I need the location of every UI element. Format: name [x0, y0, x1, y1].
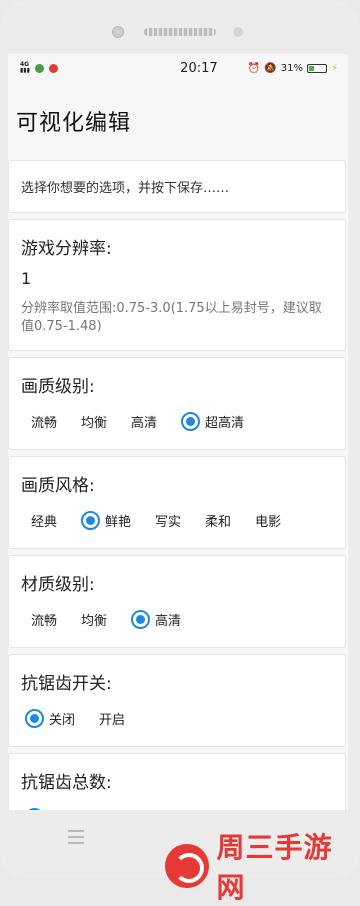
- hint-text: 选择你想要的选项，并按下保存……: [21, 181, 230, 196]
- charging-icon: ⚡: [330, 62, 338, 74]
- radio-option[interactable]: 4倍: [185, 808, 206, 811]
- resolution-title: 游戏分辨率:: [21, 239, 112, 259]
- material-title: 材质级别:: [21, 575, 95, 595]
- radio-option[interactable]: 超高清: [181, 411, 245, 431]
- resolution-note: 分辨率取值范围:0.75-3.0(1.75以上易封号，建议取值0.75-1.48…: [21, 301, 322, 334]
- radio-label: 关闭: [49, 712, 76, 728]
- radio-option[interactable]: 流畅: [31, 610, 57, 629]
- radio-label: 写实: [155, 514, 182, 530]
- phone-frame: 4G ▮▮▮ 20:17 ⏰ 🔕 31% ⚡ 可视化编辑 选择你想要的选项，并按下…: [0, 0, 360, 904]
- radio-selected-icon[interactable]: [131, 609, 151, 629]
- menu-icon[interactable]: [60, 826, 92, 848]
- aa-count-title: 抗锯齿总数:: [21, 773, 112, 793]
- radio-selected-icon[interactable]: [25, 807, 44, 810]
- aa-switch-radio-group[interactable]: 关闭 开启: [21, 704, 333, 732]
- battery-percent: 31%: [280, 62, 303, 74]
- style-title: 画质风格:: [21, 476, 95, 496]
- radio-option[interactable]: 开启: [99, 709, 125, 728]
- radio-option[interactable]: 1倍: [94, 808, 115, 811]
- radio-option[interactable]: 电影: [255, 511, 281, 530]
- watermark-logo-icon: [165, 844, 209, 888]
- radio-label: 流畅: [31, 613, 58, 629]
- watermark: 周三手游网: [165, 826, 360, 906]
- proximity-sensor: [233, 27, 243, 37]
- quality-title: 画质级别:: [21, 377, 95, 397]
- page-title: 可视化编辑: [16, 111, 132, 136]
- aa-switch-card: 抗锯齿开关: 关闭 开启: [8, 654, 346, 747]
- radio-label: 均衡: [81, 415, 108, 431]
- material-radio-group[interactable]: 流畅 均衡 高清: [21, 605, 333, 633]
- status-bar: 4G ▮▮▮ 20:17 ⏰ 🔕 31% ⚡: [8, 54, 348, 82]
- radio-label: 超高清: [205, 415, 245, 431]
- radio-label: 经典: [31, 514, 58, 530]
- mute-icon: 🔕: [264, 62, 277, 74]
- radio-option[interactable]: 高清: [131, 412, 157, 431]
- quality-radio-group[interactable]: 流畅 均衡 高清 超高清: [21, 407, 333, 435]
- radio-label: 高清: [155, 613, 182, 629]
- radio-label: 流畅: [31, 415, 58, 431]
- radio-label: 均衡: [81, 613, 108, 629]
- radio-label: 电影: [255, 514, 282, 530]
- style-radio-group[interactable]: 经典 鲜艳 写实 柔和 电影: [21, 506, 333, 534]
- watermark-text: 周三手游网: [216, 831, 333, 904]
- radio-selected-icon[interactable]: [81, 510, 101, 530]
- alarm-icon: ⏰: [247, 62, 261, 74]
- notification-app-icon: [34, 63, 44, 73]
- radio-option[interactable]: 高清: [131, 609, 182, 629]
- radio-selected-icon[interactable]: [25, 708, 44, 728]
- radio-option[interactable]: 均衡: [81, 610, 107, 629]
- aa-switch-title: 抗锯齿开关:: [21, 674, 112, 694]
- radio-label: 柔和: [205, 514, 232, 530]
- screen: 4G ▮▮▮ 20:17 ⏰ 🔕 31% ⚡ 可视化编辑 选择你想要的选项，并按下…: [8, 54, 348, 810]
- radio-option[interactable]: 鲜艳: [81, 510, 132, 530]
- radio-option[interactable]: 流畅: [31, 412, 57, 431]
- radio-label: 开启: [99, 712, 126, 728]
- aa-count-radio-group[interactable]: 0倍 1倍 2倍 4倍: [21, 803, 333, 810]
- radio-selected-icon[interactable]: [181, 411, 201, 431]
- material-card: 材质级别: 流畅 均衡 高清: [8, 555, 346, 648]
- status-time: 20:17: [180, 60, 218, 76]
- aa-count-card: 抗锯齿总数: 0倍 1倍 2倍 4倍: [8, 753, 346, 810]
- battery-icon: [306, 63, 327, 73]
- earpiece-speaker: [144, 28, 216, 36]
- resolution-input[interactable]: 1: [21, 269, 333, 288]
- radio-label: 4倍: [185, 808, 206, 811]
- radio-label: 鲜艳: [105, 514, 132, 530]
- radio-label: 高清: [131, 415, 158, 431]
- radio-option[interactable]: 柔和: [205, 511, 231, 530]
- radio-label: 0倍: [49, 808, 70, 811]
- hint-card: 选择你想要的选项，并按下保存……: [8, 160, 346, 213]
- style-card: 画质风格: 经典 鲜艳 写实 柔和 电影: [8, 456, 346, 549]
- resolution-card: 游戏分辨率: 1 分辨率取值范围:0.75-3.0(1.75以上易封号，建议取值…: [8, 219, 346, 351]
- radio-option[interactable]: 关闭: [25, 708, 76, 728]
- signal-icon: 4G ▮▮▮: [20, 61, 30, 74]
- radio-option[interactable]: 写实: [155, 511, 181, 530]
- radio-label: 2倍: [140, 808, 161, 811]
- radio-option[interactable]: 经典: [31, 511, 57, 530]
- radio-option[interactable]: 2倍: [140, 808, 161, 811]
- notification-app-icon: [48, 63, 58, 73]
- front-camera: [112, 26, 124, 38]
- quality-card: 画质级别: 流畅 均衡 高清 超高清: [8, 357, 346, 450]
- radio-option[interactable]: 0倍: [25, 807, 70, 811]
- app-bar: 可视化编辑: [8, 82, 348, 160]
- radio-label: 1倍: [94, 808, 115, 811]
- radio-option[interactable]: 均衡: [81, 412, 107, 431]
